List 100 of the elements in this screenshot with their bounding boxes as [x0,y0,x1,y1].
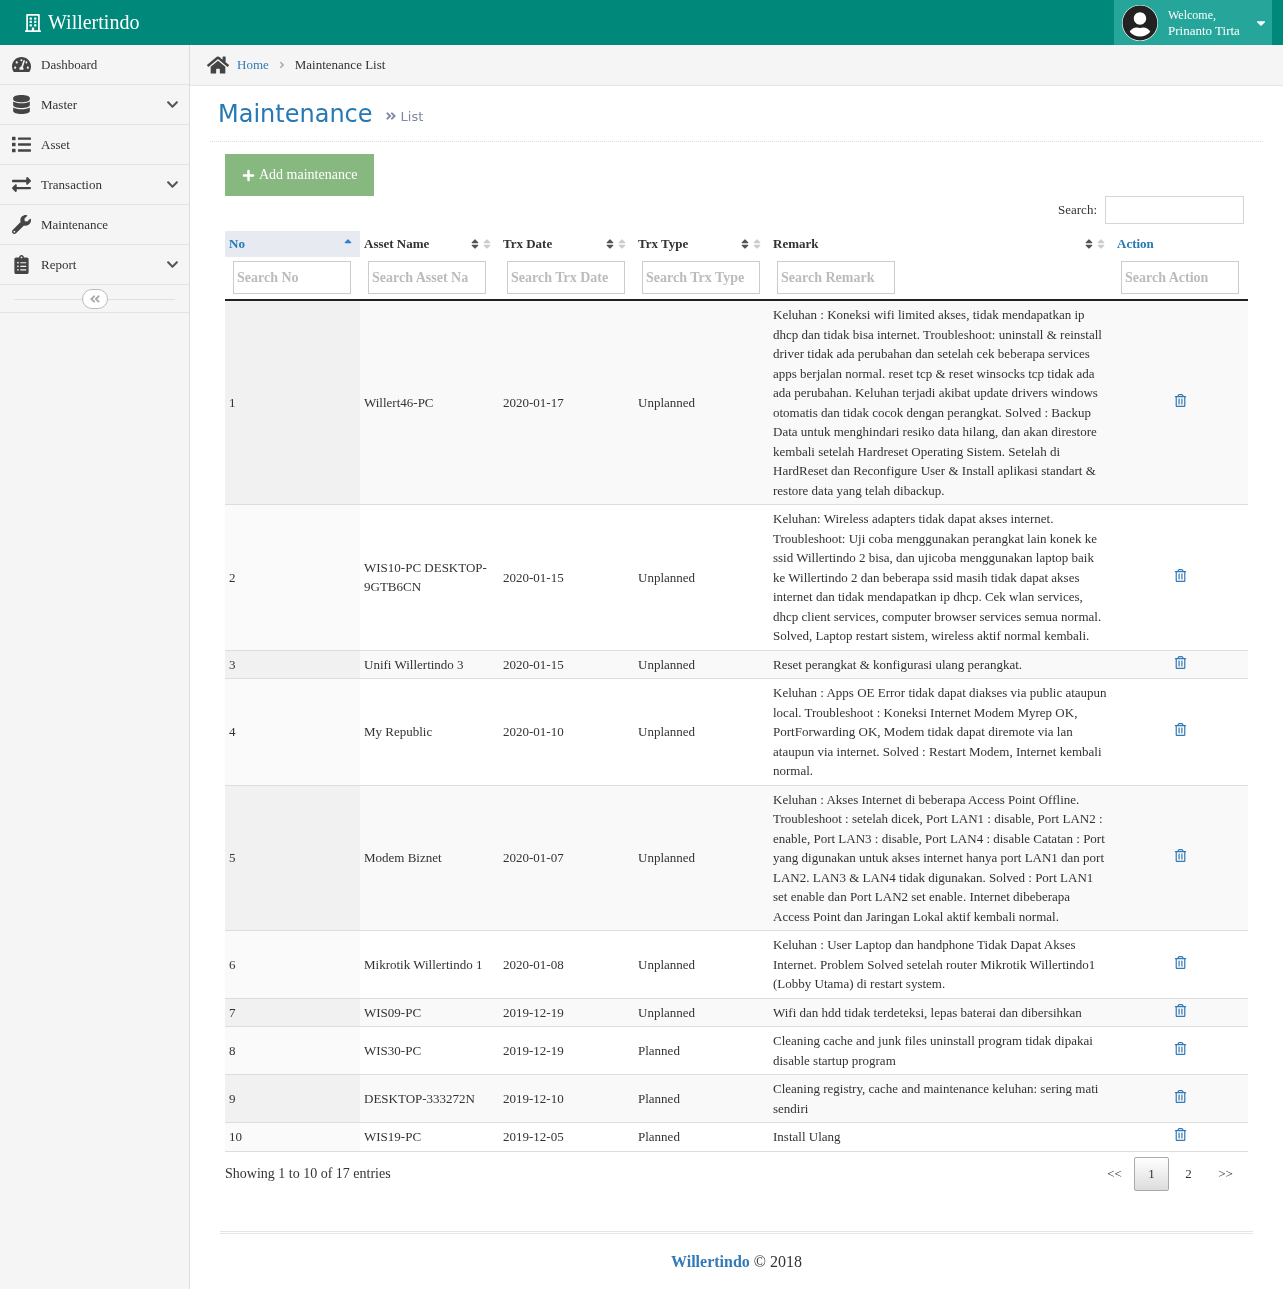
table-cell: Keluhan : Akses Internet di beberapa Access Point Offline. Troubleshoot : setelah dicek, Port LAN1 : disable, Port LAN2 : enable, Port LAN3 : disable, Port LAN4 : disable Catatan : Port yang digunakan untuk akses internet hanya port LAN1 dan port LAN2. LAN3 & LAN4 tidak digunakan. Solved : Port LAN1 set enable dan Port LAN2 set enable. Internet dibeberapa Access Point dan Jaringan Lokal aktif kembali normal. [769,785,1113,931]
table-cell: 2019-12-05 [499,1122,634,1151]
table-cell: WIS19-PC [360,1122,499,1151]
page-button[interactable]: 1 [1134,1156,1169,1191]
table-cell: Unplanned [634,930,769,998]
table-cell: WIS10-PC DESKTOP-9GTB6CN [360,504,499,650]
table-cell: 4 [225,678,360,785]
table-cell: Planned [634,1122,769,1151]
table-cell: WIS30-PC [360,1026,499,1075]
user-name: Prinanto Tirta [1168,22,1240,38]
table-cell: 2020-01-07 [499,785,634,931]
entries-info: Showing 1 to 10 of 17 entries [225,1165,391,1182]
table-cell: 2020-01-10 [499,678,634,785]
table-cell: Keluhan : User Laptop dan handphone Tidak Dapat Akses Internet. Problem Solved setelah router Mikrotik Willertindo1 (Lobby Utama) di restart system. [769,930,1113,998]
table-cell: DESKTOP-333272N [360,1074,499,1123]
table-cell: Mikrotik Willertindo 1 [360,930,499,998]
trash-icon[interactable] [1174,393,1187,407]
table-cell: My Republic [360,678,499,785]
column-filter-field[interactable]: Search Action [1121,261,1239,294]
double-chevron-icon [384,110,397,122]
swap-arrows-icon [12,175,31,194]
brand-name[interactable]: Willertindo [48,11,140,34]
column-filter-field[interactable]: Search Trx Date [507,261,625,294]
trash-icon[interactable] [1174,1128,1187,1141]
table-cell: Willert46-PC [360,300,499,505]
page-button[interactable]: << [1097,1156,1132,1191]
table-cell: Unplanned [634,785,769,931]
trash-icon[interactable] [1174,655,1187,669]
home-icon [207,54,229,76]
page-button[interactable]: >> [1208,1156,1243,1191]
sidebar-item[interactable]: Dashboard [0,45,189,85]
trash-icon[interactable] [1174,1041,1187,1055]
table-cell: Unplanned [634,678,769,785]
table-cell: 2020-01-08 [499,930,634,998]
table-cell: Unplanned [634,650,769,679]
sidebar-item[interactable]: Transaction [0,165,189,205]
column-header[interactable]: Trx Type [634,231,769,257]
column-filter-field[interactable]: Search Asset Na [368,261,486,294]
table-cell: Keluhan: Wireless adapters tidak dapat akses internet. Troubleshoot: Uji coba menggunakan perangkat lain konek ke ssid Willertindo 2 bisa, dan ujicoba menggunakan laptop baik ke Willertindo 2 dan beberapa ssid masih tidak dapat akses internet dan tidak mendapatkan ip dhcp. Cek wlan services, dhcp client services, computer browser services semua normal. Solved, Laptop restart sistem, wireless aktif normal kembali. [769,504,1113,650]
table-cell: 2 [225,504,360,650]
table-cell: 3 [225,650,360,679]
column-header: Action [1116,235,1155,253]
table-cell: 8 [225,1026,360,1075]
table-cell: 7 [225,998,360,1027]
search-field[interactable] [1105,196,1244,224]
table-cell: Unplanned [634,504,769,650]
table-cell: 2020-01-15 [499,650,634,679]
column-filter-field[interactable]: Search No [233,261,351,294]
trash-icon[interactable] [1174,1089,1187,1103]
table-cell: 9 [225,1074,360,1123]
column-header[interactable]: Asset Name [360,231,499,257]
trash-icon[interactable] [1174,955,1187,969]
dashboard-icon [12,55,31,74]
trash-icon[interactable] [1174,568,1187,582]
home-link[interactable]: Home [237,57,269,73]
building-icon [24,13,42,32]
collapse-button[interactable] [81,288,108,309]
column-filter-field[interactable]: Search Remark [777,261,895,294]
clipboard-icon [12,255,31,274]
table-cell: Planned [634,1074,769,1123]
trash-icon[interactable] [1174,723,1187,736]
table-cell: 2019-12-19 [499,1026,634,1075]
table-cell: Cleaning registry, cache and maintenance keluhan: sering mati sendiri [769,1074,1113,1123]
table-cell: Wifi dan hdd tidak terdeteksi, lepas baterai dan dibersihkan [769,998,1113,1027]
sidebar-item[interactable]: Maintenance [0,205,189,245]
double-chevron-icon [88,292,101,305]
avatar-icon [1122,4,1158,41]
sidebar-item[interactable]: Report [0,245,189,285]
table-cell: 2019-12-19 [499,998,634,1027]
table-cell: 5 [225,785,360,931]
table-cell: Planned [634,1026,769,1075]
table-cell: Cleaning cache and junk files uninstall program tidak dipakai disable startup program [769,1026,1113,1075]
table-cell: Unplanned [634,300,769,505]
wrench-icon [12,215,31,234]
table-cell: WIS09-PC [360,998,499,1027]
database-icon [12,95,31,114]
table-cell: Modem Biznet [360,785,499,931]
page-button[interactable]: 2 [1171,1156,1206,1191]
footer-brand-link[interactable]: Willertindo [671,1252,750,1271]
plus-icon [242,168,255,182]
table-cell: Install Ulang [769,1122,1113,1151]
table-cell: 1 [225,300,360,505]
page-subtitle: List [400,108,424,124]
column-header[interactable]: No [225,231,360,257]
trash-icon[interactable] [1174,849,1187,862]
welcome-text: Welcome, [1168,7,1217,23]
list-icon [12,135,31,154]
table-cell: 6 [225,930,360,998]
column-header[interactable]: Remark [769,231,1113,257]
table-cell: 2020-01-17 [499,300,634,505]
column-header[interactable]: Trx Date [499,231,634,257]
column-filter-field[interactable]: Search Trx Type [642,261,760,294]
trash-icon[interactable] [1174,1003,1187,1017]
table-cell: Keluhan : Apps OE Error tidak dapat diakses via public ataupun local. Troubleshoot : Koneksi Internet Modem Myrep OK, PortForwarding OK, Modem tidak dapat diremote via lan ataupun via internet. Solved : Restart Modem, Internet kembali normal. [769,678,1113,785]
table-cell: 2019-12-10 [499,1074,634,1123]
table-cell: Keluhan : Koneksi wifi limited akses, tidak mendapatkan ip dhcp dan tidak bisa internet. Troubleshoot: uninstall & reinstall driver tidak ada perubahan dan setelah cek beberapa services apps berjalan normal. reset tcp & reset winsocks tcp tidak ada ada perubahan. Keluhan terjadi akibat update drivers windows otomatis dan tidak cocok dengan perangkat. Solved : Backup Data untuk menghindari resiko data hilang, dan akan direstore kembali setelah Hardreset Operating Sistem. Setelah di HardReset dan Reconfigure User & Install aplikasi standart & restore data yang telah dibackup. [769,300,1113,505]
sidebar-item[interactable]: Master [0,85,189,125]
table-cell: Unplanned [634,998,769,1027]
sidebar-item[interactable]: Asset [0,125,189,165]
table-cell: Unifi Willertindo 3 [360,650,499,679]
